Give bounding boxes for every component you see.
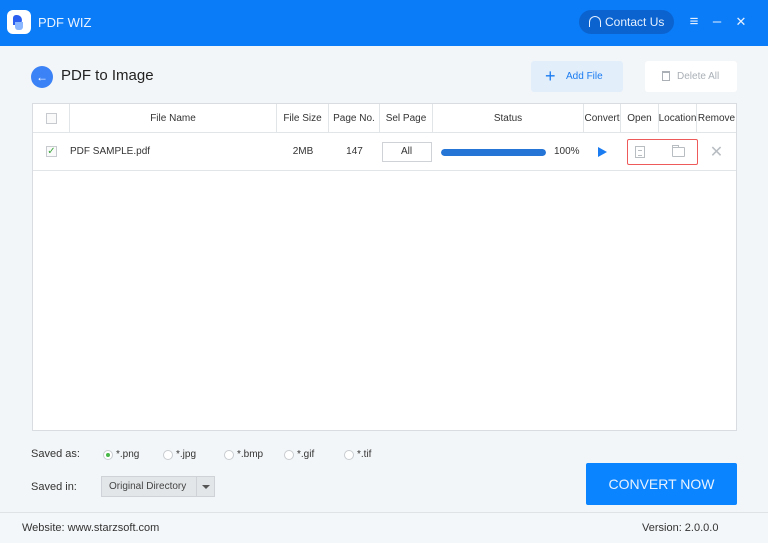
file-table: File Name File Size Page No. Sel Page St… [32, 103, 737, 431]
format-label: *.png [116, 449, 140, 460]
footer: Website: www.starzsoft.com Version: 2.0.… [0, 512, 768, 543]
header-select-all[interactable] [33, 104, 70, 132]
contact-us-button[interactable]: Contact Us [579, 10, 674, 34]
back-button[interactable]: ← [31, 66, 53, 88]
saved-in-label: Saved in: [31, 481, 77, 493]
table-header: File Name File Size Page No. Sel Page St… [33, 104, 736, 133]
delete-all-label: Delete All [677, 71, 720, 82]
format-tif-radio[interactable]: *.tif [344, 449, 371, 460]
app-logo-icon [7, 10, 31, 34]
convert-play-icon[interactable] [598, 146, 607, 157]
page-title: PDF to Image [61, 67, 154, 84]
menu-icon[interactable]: ≡ [684, 12, 704, 32]
remove-icon[interactable]: ✕ [710, 142, 723, 162]
minimize-button[interactable]: – [707, 12, 727, 32]
status-cell: 100% [433, 133, 584, 170]
folder-icon[interactable] [671, 144, 685, 157]
contact-us-label: Contact Us [605, 15, 665, 29]
radio-icon [344, 449, 354, 460]
progress-bar [441, 149, 546, 156]
format-jpg-radio[interactable]: *.jpg [163, 449, 196, 460]
version-label: Version: 2.0.0.0 [642, 522, 719, 534]
select-all-checkbox[interactable] [45, 112, 57, 124]
format-label: *.tif [357, 449, 372, 460]
convert-now-button[interactable]: CONVERT NOW [586, 463, 737, 505]
column-convert: Convert [584, 104, 621, 132]
add-file-label: Add File [566, 71, 603, 82]
radio-selected-icon [103, 449, 113, 460]
row-checkbox[interactable]: ✓ [46, 146, 57, 157]
sel-page-input[interactable]: All [381, 141, 432, 162]
column-page-no: Page No. [329, 104, 380, 132]
radio-icon [224, 449, 234, 460]
page-count: 147 [346, 146, 363, 157]
table-row: ✓ PDF SAMPLE.pdf 2MB 147 All 100% ✕ [33, 133, 736, 171]
chevron-down-icon[interactable] [196, 477, 214, 496]
column-location: Location [659, 104, 697, 132]
close-button[interactable]: ✕ [731, 12, 751, 32]
saved-as-label: Saved as: [31, 448, 80, 460]
saved-in-value: Original Directory [109, 481, 187, 492]
progress-text: 100% [554, 146, 580, 157]
headset-icon [589, 16, 601, 27]
file-name: PDF SAMPLE.pdf [70, 146, 151, 157]
column-sel-page: Sel Page [380, 104, 433, 132]
column-status: Status [433, 104, 584, 132]
column-remove: Remove [697, 112, 736, 124]
radio-icon [284, 449, 294, 460]
trash-icon [662, 71, 670, 81]
delete-all-button[interactable]: Delete All [645, 61, 737, 92]
file-size: 2MB [292, 146, 314, 157]
radio-icon [163, 449, 173, 460]
plus-icon: + [545, 66, 556, 86]
open-file-icon[interactable] [635, 145, 645, 158]
format-label: *.jpg [176, 449, 197, 460]
column-file-name: File Name [70, 104, 277, 132]
format-bmp-radio[interactable]: *.bmp [224, 449, 263, 460]
title-bar: PDF WIZ Contact Us ≡ – ✕ [0, 0, 768, 46]
progress-fill [441, 149, 546, 156]
add-file-button[interactable]: + Add File [531, 61, 623, 92]
format-gif-radio[interactable]: *.gif [284, 449, 314, 460]
column-open: Open [621, 104, 659, 132]
saved-in-dropdown[interactable]: Original Directory [101, 476, 215, 497]
format-label: *.gif [297, 449, 315, 460]
format-label: *.bmp [237, 449, 264, 460]
website-link[interactable]: Website: www.starzsoft.com [22, 522, 159, 534]
format-png-radio[interactable]: *.png [103, 449, 139, 460]
app-title: PDF WIZ [38, 15, 92, 30]
column-file-size: File Size [277, 104, 329, 132]
